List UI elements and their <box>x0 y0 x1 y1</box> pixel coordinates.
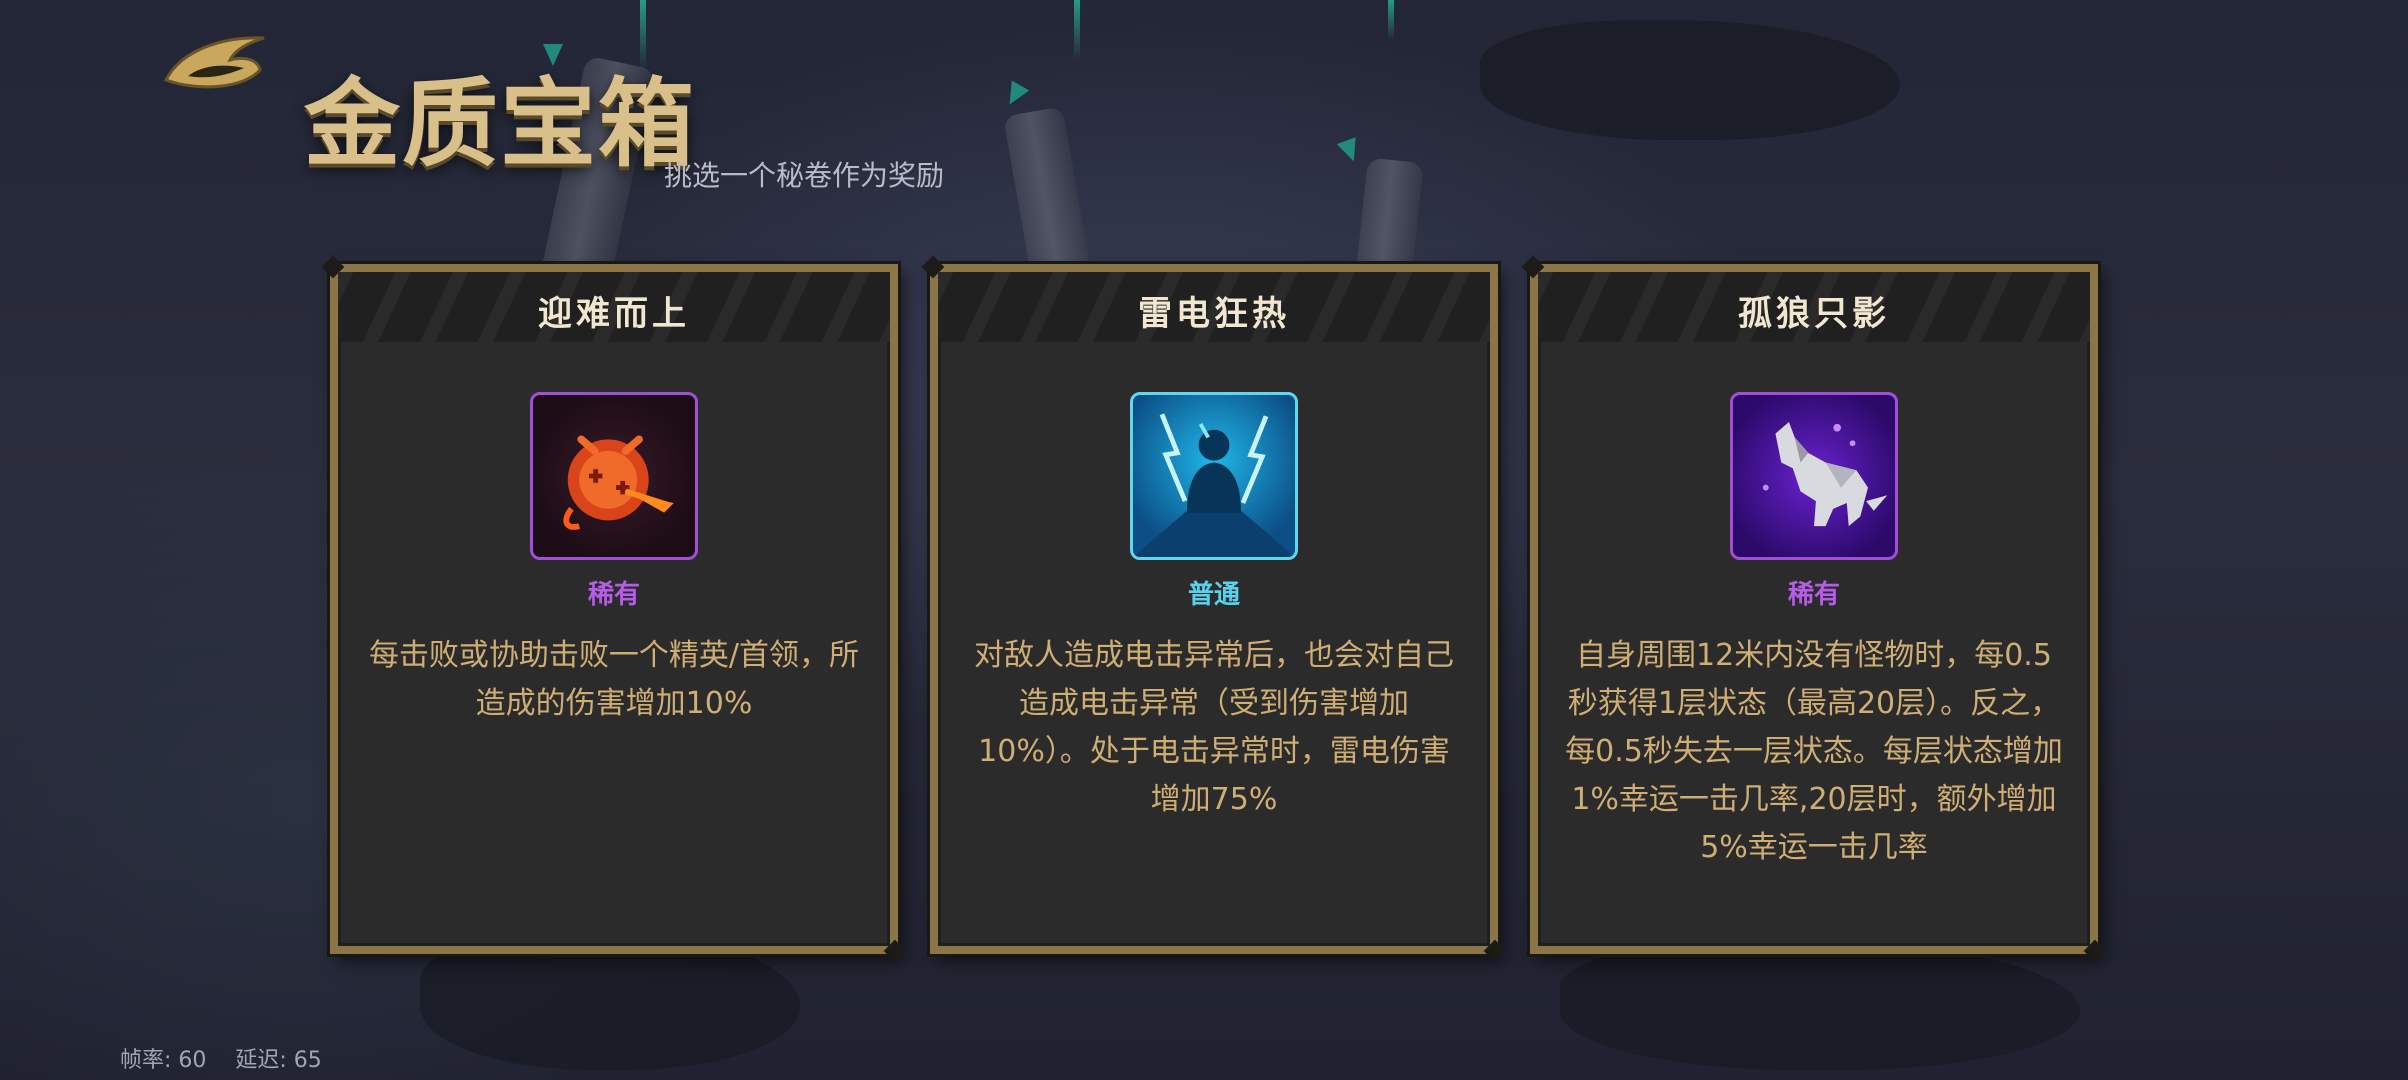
background-shard <box>543 44 563 66</box>
rarity-label: 普通 <box>1187 580 1240 610</box>
card-title: 雷电狂热 <box>1138 294 1290 334</box>
howling-wolf-icon <box>1730 392 1898 560</box>
background-glow <box>1388 0 1394 40</box>
background-shard <box>1000 80 1030 110</box>
card-description: 自身周围12米内没有怪物时，每0.5秒获得1层状态（最高20层）。反之，每0.5… <box>1565 638 2063 865</box>
reward-card-2[interactable]: 雷电狂热 普通 对敌人造成电击异常后，也会对自己造成电击异常（受到伤害增加10%… <box>930 264 1498 954</box>
rarity-label: 稀有 <box>1787 580 1840 610</box>
reward-card-3[interactable]: 孤狼只影 稀有 自身周围12米内没有怪物时，每0.5秒获得1层状态（最高20层）… <box>1530 264 2098 954</box>
background-glow <box>1074 0 1080 60</box>
card-title: 孤狼只影 <box>1738 294 1890 334</box>
gold-wing-emblem-icon <box>163 36 265 89</box>
fps-readout: 帧率: 60 <box>120 1048 207 1073</box>
background-glow <box>640 0 646 70</box>
game-screen: 金质宝箱 挑选一个秘卷作为奖励 迎难而上 稀有 每击败或协助击败一个精英/首领，… <box>0 0 2408 1080</box>
lightning-figure-icon <box>1130 392 1298 560</box>
reward-card-1[interactable]: 迎难而上 稀有 每击败或协助击败一个精英/首领，所造成的伤害增加10% <box>330 264 898 954</box>
page-title: 金质宝箱 <box>304 67 696 180</box>
latency-readout: 延迟: 65 <box>235 1048 322 1073</box>
card-description: 每击败或协助击败一个精英/首领，所造成的伤害增加10% <box>368 638 860 721</box>
page-subtitle: 挑选一个秘卷作为奖励 <box>664 159 945 192</box>
background-rock <box>1560 940 2080 1070</box>
card-title: 迎难而上 <box>538 294 690 334</box>
performance-stats: 帧率: 60 延迟: 65 <box>120 1042 344 1074</box>
background-rock <box>1480 20 1900 140</box>
background-shard <box>1336 137 1364 165</box>
card-description: 对敌人造成电击异常后，也会对自己造成电击异常（受到伤害增加10%）。处于电击异常… <box>974 638 1454 817</box>
rarity-label: 稀有 <box>587 580 640 610</box>
flaming-orb-arrow-icon <box>530 392 698 560</box>
